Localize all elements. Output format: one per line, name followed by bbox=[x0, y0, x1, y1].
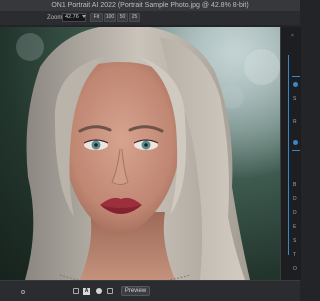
zoom-label: Zoom bbox=[47, 15, 63, 21]
panel-label-3: B bbox=[293, 182, 297, 188]
adjustments-panel bbox=[280, 27, 301, 280]
zoom-fit-button[interactable]: Fit bbox=[90, 13, 103, 22]
zoom-50-button[interactable]: 50 bbox=[117, 13, 128, 22]
panel-active-indicator bbox=[292, 76, 300, 77]
panel-slider-1[interactable] bbox=[292, 150, 300, 151]
compare-view-icon[interactable]: A bbox=[83, 288, 90, 295]
chevron-down-icon[interactable] bbox=[82, 15, 86, 18]
panel-label-9: O bbox=[293, 266, 297, 272]
grid-view-icon[interactable] bbox=[107, 288, 113, 294]
toolbar: Zoom 42.76 Fit 100 50 25 bbox=[0, 11, 300, 25]
bottom-bar: A Preview bbox=[0, 280, 300, 301]
panel-label-7: S bbox=[293, 238, 297, 244]
panel-label-8: T bbox=[293, 252, 297, 258]
panel-label-2: R bbox=[293, 119, 297, 125]
panel-toggle-dot-2[interactable] bbox=[293, 140, 298, 145]
portrait-photo bbox=[0, 27, 280, 280]
zoom-100-button[interactable]: 100 bbox=[104, 13, 116, 22]
panel-toggle-dot-1[interactable] bbox=[293, 82, 298, 87]
panel-scrollbar[interactable] bbox=[288, 55, 289, 255]
preview-button[interactable]: Preview bbox=[121, 286, 150, 296]
panel-close-icon[interactable]: × bbox=[291, 33, 294, 39]
panel-label-5: D bbox=[293, 210, 297, 216]
panel-label-1: S bbox=[293, 96, 297, 102]
image-canvas[interactable] bbox=[0, 27, 280, 280]
single-view-icon[interactable] bbox=[73, 288, 79, 294]
zoom-25-button[interactable]: 25 bbox=[129, 13, 140, 22]
brush-cursor-icon[interactable] bbox=[21, 290, 25, 294]
panel-label-4: D bbox=[293, 196, 297, 202]
mask-view-icon[interactable] bbox=[96, 288, 102, 294]
title-bar: ON1 Portrait AI 2022 (Portrait Sample Ph… bbox=[0, 0, 300, 11]
panel-label-6: E bbox=[293, 224, 297, 230]
window-title: ON1 Portrait AI 2022 (Portrait Sample Ph… bbox=[51, 2, 249, 9]
